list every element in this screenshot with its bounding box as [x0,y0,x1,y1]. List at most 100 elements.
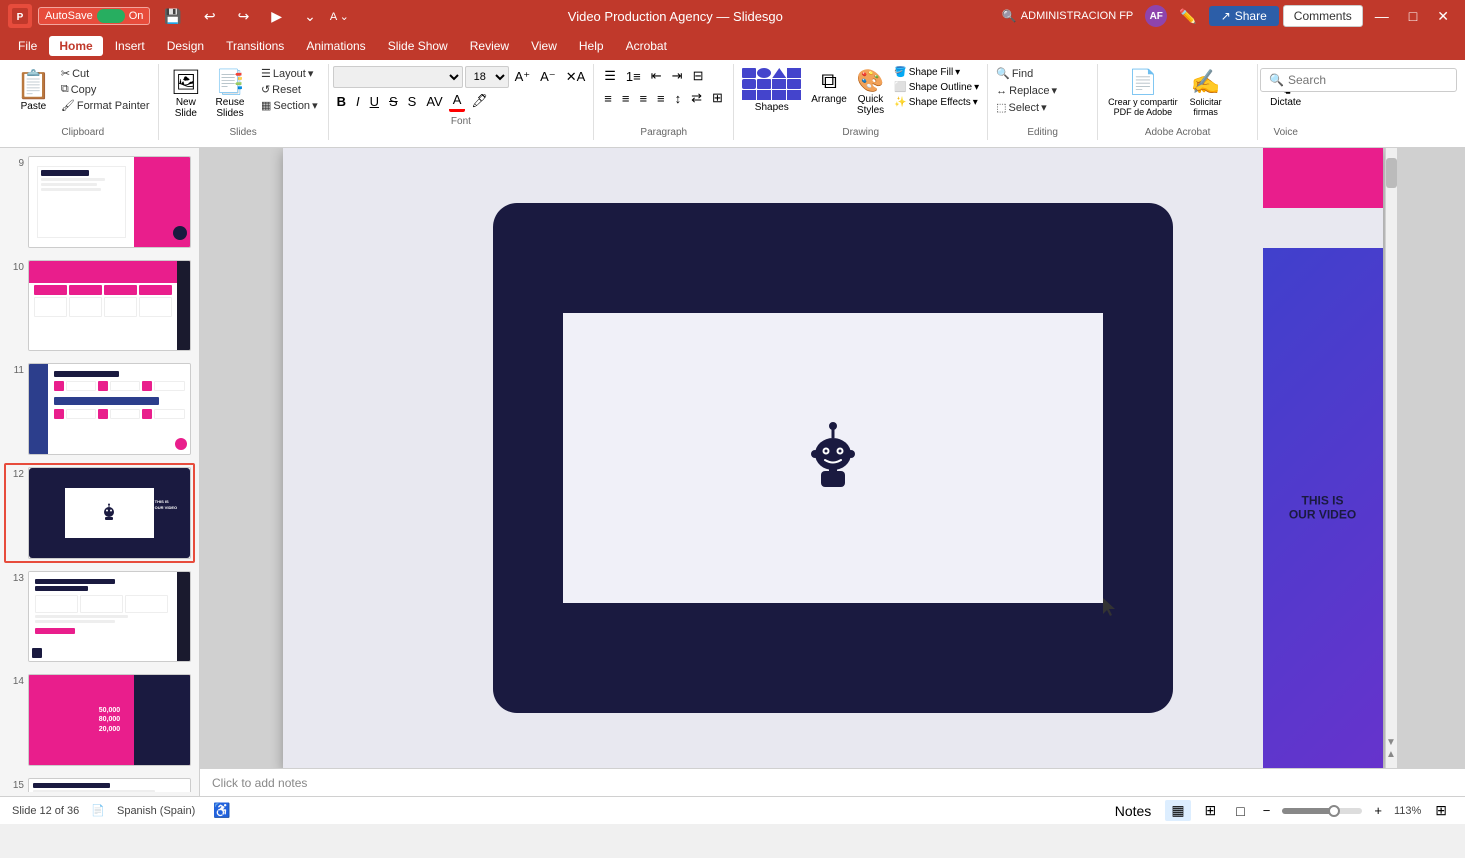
reuse-slides-button[interactable]: 📑 Reuse Slides [209,66,251,121]
strikethrough-button[interactable]: S [385,92,402,111]
zoom-out-button[interactable]: − [1259,801,1275,820]
highlight-button[interactable]: 🖊 [467,91,492,111]
autosave-badge[interactable]: AutoSave On [38,7,150,25]
slide-thumbnail-12[interactable]: 12 ★ [4,463,195,563]
vertical-scrollbar[interactable]: ▼ ▲ [1385,148,1397,768]
menu-home[interactable]: Home [49,36,102,56]
zoom-slider[interactable] [1282,808,1362,814]
new-slide-label: New Slide [175,97,197,119]
copy-button[interactable]: ⧉ Copy [57,82,154,97]
shape-effects-button[interactable]: ✨ Shape Effects ▾ [890,96,983,109]
shadow-button[interactable]: S [404,92,421,111]
paste-button[interactable]: 📋 Paste [12,66,55,114]
underline-button[interactable]: U [366,92,383,111]
notes-status-button[interactable]: Notes [1109,801,1158,821]
robot-svg [793,418,873,498]
align-left-button[interactable]: ≡ [600,89,616,108]
close-button[interactable]: ✕ [1429,6,1457,27]
slide-thumbnail-10[interactable]: 10 [4,256,195,356]
format-painter-button[interactable]: 🖌 Format Painter [57,98,154,113]
maximize-button[interactable]: □ [1401,6,1425,26]
menu-slideshow[interactable]: Slide Show [378,36,458,56]
fit-window-button[interactable]: ⊞ [1429,800,1453,821]
menu-view[interactable]: View [521,36,567,56]
solicitar-firmas-button[interactable]: ✍ Solicitar firmas [1186,66,1226,119]
smartart-button[interactable]: ⊞ [708,88,727,108]
menu-animations[interactable]: Animations [296,36,375,56]
quick-styles-button[interactable]: 🎨 Quick Styles [853,66,888,118]
menu-transitions[interactable]: Transitions [216,36,294,56]
zoom-in-button[interactable]: + [1370,801,1386,820]
slide-canvas[interactable]: THIS IS OUR VIDEO ▼ ▲ [283,148,1383,768]
search-title-icon[interactable]: 🔍 [1002,9,1017,23]
cut-button[interactable]: ✂ Cut [57,66,154,81]
menu-help[interactable]: Help [569,36,614,56]
find-button[interactable]: 🔍 Find [992,66,1037,81]
align-right-button[interactable]: ≡ [635,89,651,108]
save-button[interactable]: 💾 [156,6,189,27]
slide-thumbnail-15[interactable]: 15 [4,774,195,792]
search-input[interactable] [1288,73,1448,87]
slide-thumbnail-14[interactable]: 14 50,00080,00020,000 [4,670,195,770]
italic-button[interactable]: I [352,92,364,111]
menu-review[interactable]: Review [460,36,519,56]
font-color-button[interactable]: A [449,90,466,112]
text-direction-button[interactable]: ⇄ [687,88,706,108]
comments-button[interactable]: Comments [1283,5,1363,27]
notes-bar[interactable]: Click to add notes [200,768,1465,796]
new-slide-button[interactable]: 🖼 New Slide [165,66,207,121]
pen-button[interactable]: ✏️ [1171,6,1204,27]
align-center-button[interactable]: ≡ [618,89,634,108]
user-avatar[interactable]: AF [1145,5,1167,27]
redo-button[interactable]: ↪ [230,6,258,27]
autosave-toggle[interactable] [97,9,125,23]
shape-fill-button[interactable]: 🪣 Shape Fill ▾ [890,66,983,79]
view-normal-button[interactable]: ▦ [1165,800,1190,821]
cols-button[interactable]: ⊟ [689,66,708,86]
zoom-handle[interactable] [1328,805,1340,817]
menu-file[interactable]: File [8,36,47,56]
indent-decrease-button[interactable]: ⇤ [647,66,666,86]
clear-format-button[interactable]: ✕A [562,67,590,87]
minimize-button[interactable]: — [1367,6,1397,26]
undo-button[interactable]: ↩ [196,6,224,27]
char-spacing-button[interactable]: AV [422,92,446,111]
present-button[interactable]: ▶ [263,6,290,27]
view-slidesorter-button[interactable]: ⊞ [1199,800,1223,821]
scrollbar-thumb[interactable] [1386,158,1397,188]
scroll-down-arrow[interactable]: ▼ [1386,737,1397,748]
arrange-button[interactable]: ⧉ Arrange [807,66,851,107]
menu-acrobat[interactable]: Acrobat [616,36,677,56]
slide-image-9 [28,156,191,248]
slide-thumbnail-9[interactable]: 9 [4,152,195,252]
justify-button[interactable]: ≡ [653,89,669,108]
numbering-button[interactable]: 1≡ [622,67,645,86]
layout-button[interactable]: ☰ Layout ▾ [257,66,322,81]
indent-increase-button[interactable]: ⇥ [668,66,687,86]
share-button[interactable]: ↗ Share [1209,6,1279,26]
customize-button[interactable]: ⌄ [296,6,324,27]
line-spacing-button[interactable]: ↕ [671,89,686,108]
search-input-box[interactable]: 🔍 [1260,68,1457,92]
bold-button[interactable]: B [333,92,350,111]
slide-thumbnail-11[interactable]: 11 [4,359,195,459]
font-size-select[interactable]: 18 [465,66,509,88]
scroll-up-arrow[interactable]: ▲ [1386,749,1397,760]
font-shrink-button[interactable]: A⁻ [536,67,560,87]
reset-button[interactable]: ↺ Reset [257,82,322,97]
font-grow-button[interactable]: A⁺ [511,67,535,87]
replace-button[interactable]: ↔ Replace ▾ [992,83,1061,98]
slide-thumbnail-13[interactable]: 13 [4,567,195,667]
create-share-pdf-button[interactable]: 📄 Crear y compartir PDF de Adobe [1104,66,1182,119]
shape-outline-button[interactable]: ⬜ Shape Outline ▾ [890,81,983,94]
font-family-select[interactable] [333,66,463,88]
menu-design[interactable]: Design [157,36,214,56]
accessibility-button[interactable]: ♿ [207,800,236,821]
slide-number-12: 12 [8,467,24,480]
section-button[interactable]: ▦ Section ▾ [257,98,322,113]
menu-insert[interactable]: Insert [105,36,155,56]
select-button[interactable]: ⬚ Select ▾ [992,100,1051,115]
shapes-button[interactable]: Shapes [738,66,805,115]
view-reading-button[interactable]: □ [1230,801,1250,821]
bullets-button[interactable]: ☰ [600,66,620,86]
